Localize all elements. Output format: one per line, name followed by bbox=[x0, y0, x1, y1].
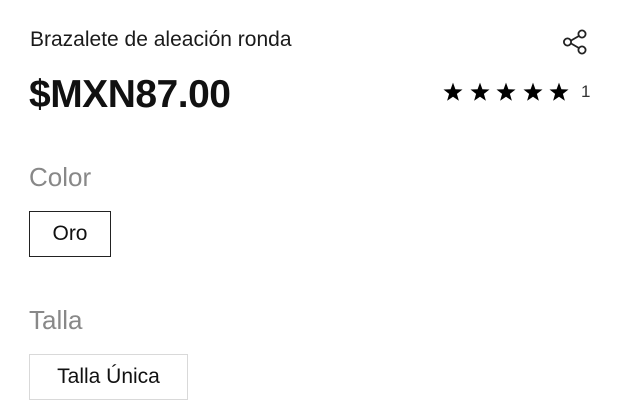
rating[interactable]: 1 bbox=[443, 80, 590, 104]
star-icon bbox=[522, 82, 543, 101]
rating-stars bbox=[443, 82, 569, 102]
star-icon bbox=[496, 82, 516, 101]
size-option-talla-unica[interactable]: Talla Única bbox=[29, 354, 188, 400]
color-label: Color bbox=[29, 162, 92, 192]
star-icon bbox=[469, 82, 490, 101]
product-price: $MXN87.00 bbox=[29, 73, 231, 116]
size-label: Talla bbox=[29, 305, 83, 335]
star-icon bbox=[443, 82, 463, 101]
rating-count: 1 bbox=[581, 82, 591, 101]
share-icon[interactable] bbox=[560, 27, 590, 57]
star-icon bbox=[549, 82, 569, 101]
color-option-oro[interactable]: Oro bbox=[29, 211, 111, 257]
product-title: Brazalete de aleación ronda bbox=[30, 28, 292, 51]
